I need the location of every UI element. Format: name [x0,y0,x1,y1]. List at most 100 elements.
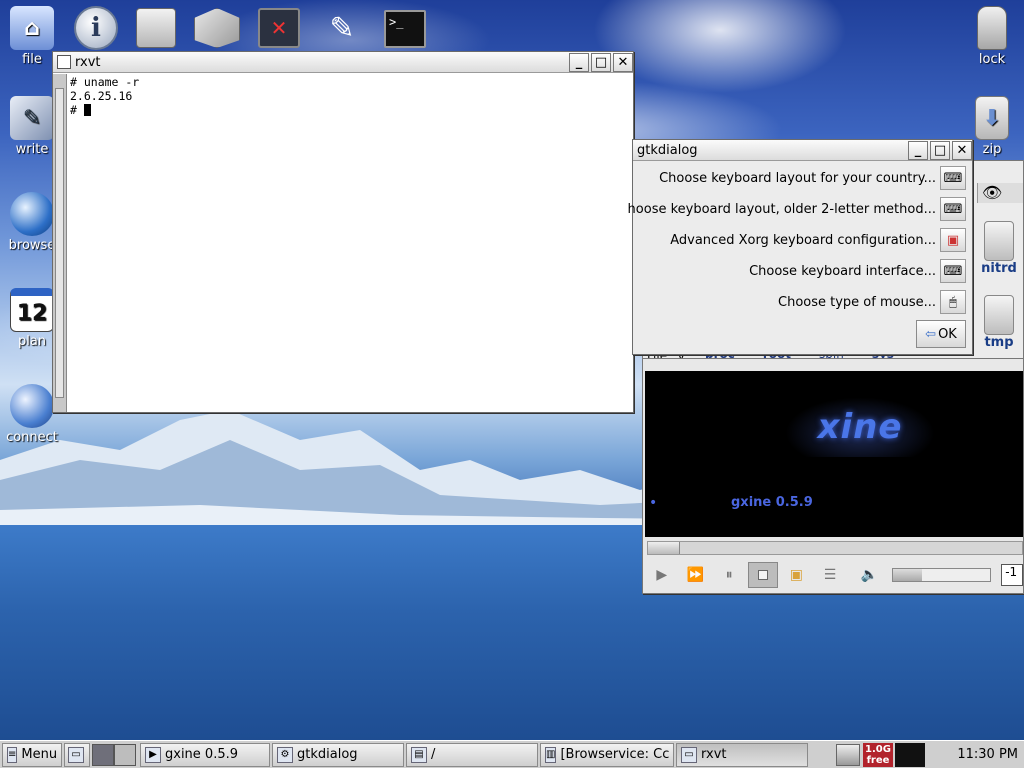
minimize-button[interactable]: _ [569,52,589,72]
tools-icon[interactable]: ✕ [258,8,300,48]
pause-button[interactable]: ⏸ [714,562,744,588]
task-label: / [431,747,436,762]
package-icon[interactable] [194,8,240,48]
keyboard-icon[interactable]: ⌨ [940,197,966,221]
task-label: gxine 0.5.9 [165,747,239,762]
rxvt-titlebar[interactable]: rxvt _ □ ✕ [53,52,633,73]
dialog-row-keyboard-2letter[interactable]: hoose keyboard layout, older 2-letter me… [628,196,966,222]
start-menu-button[interactable]: ≡ Menu [2,742,62,767]
globe-icon [10,192,54,236]
menu-icon: ≡ [7,746,18,763]
speaker-icon: 🔈 [860,567,879,583]
terminal-output[interactable]: # uname -r 2.6.25.16 # [70,74,633,412]
folder-icon [984,221,1014,261]
browservice-toolbar: 👁 [977,183,1023,203]
xine-logo-text: xine [817,407,903,447]
stop-button[interactable] [747,562,778,588]
play-button[interactable]: ▶ [647,562,677,588]
seek-knob[interactable] [648,542,680,554]
memory-indicator: 1.0G free [863,742,893,767]
speed-spinner[interactable]: -1 [1001,564,1023,586]
volume-button[interactable]: 🔈 [855,562,885,588]
gtkdialog-titlebar[interactable]: gtkdialog _ □ ✕ [633,140,972,161]
browservice-item-tmp[interactable]: tmp [981,295,1017,355]
lock-icon [977,6,1007,50]
xine-logo: xine [785,397,935,457]
scrollbar-thumb[interactable] [55,88,64,398]
gxine-video-area[interactable]: xine • gxine 0.5.9 [645,371,1023,537]
gxine-version-label: gxine 0.5.9 [731,495,813,510]
rxvt-window[interactable]: rxvt _ □ ✕ # uname -r 2.6.25.16 # [52,51,634,413]
open-file-button[interactable]: ▣ [782,562,812,588]
clock: 11:30 PM [957,747,1018,762]
memory-free-label: free [866,754,890,766]
seek-slider[interactable] [647,541,1023,555]
drive-icon[interactable] [136,8,176,48]
terminal-icon[interactable]: >_ [384,10,426,48]
task-gtkdialog[interactable]: ⚙ gtkdialog [272,742,404,767]
dialog-row-keyboard-interface[interactable]: Choose keyboard interface... ⌨ [749,258,966,284]
pager-desktop-2[interactable] [114,743,136,766]
volume-fill [893,569,923,581]
ok-button-label: OK [938,326,957,342]
desktop-pager [92,743,136,766]
browservice-icon: ▥ [545,746,557,763]
network-icon[interactable] [836,743,860,766]
folder-icon [984,295,1014,335]
gtkdialog-icon: ⚙ [277,746,293,763]
browservice-item-label: tmp [984,335,1014,350]
fast-forward-button[interactable]: ⏩ [681,562,711,588]
close-button[interactable]: ✕ [613,52,633,72]
home-folder-icon: ⌂ [10,6,54,50]
dialog-row-keyboard-country[interactable]: Choose keyboard layout for your country.… [659,165,966,191]
task-browservice[interactable]: ▥ [Browservice: Cc [540,742,674,767]
dialog-row-xorg-keyboard[interactable]: Advanced Xorg keyboard configuration... … [670,227,966,253]
task-rxvt[interactable]: ▭ rxvt [676,742,808,767]
fast-forward-icon: ⏩ [686,567,705,583]
keyboard-icon[interactable]: ⌨ [940,259,966,283]
volume-slider[interactable] [892,568,992,582]
mouse-icon[interactable]: 🖱 [940,290,966,314]
minimize-button[interactable]: _ [908,140,928,160]
desktop-icon: ▭ [68,746,84,763]
browservice-item-initrd[interactable]: nitrd [981,221,1017,281]
ok-arrow-icon: ⇦ [925,326,937,342]
desktop-icon-label: connect [6,430,58,445]
file-manager-icon: ▤ [411,746,427,763]
playback-controls: ▶ ⏩ ⏸ ▣ ☰ 🔈 -1 [647,561,1023,589]
show-desktop-button[interactable]: ▭ [64,742,90,767]
ok-button[interactable]: ⇦ OK [916,320,966,348]
dialog-row-label: Choose keyboard interface... [749,263,936,279]
terminal-icon: ▭ [681,746,697,763]
connect-icon [10,384,54,428]
task-label: rxvt [701,747,727,762]
keyboard-icon[interactable]: ⌨ [940,166,966,190]
desktop-icon-lock[interactable]: lock [960,6,1024,67]
task-file-manager[interactable]: ▤ / [406,742,538,767]
maximize-button[interactable]: □ [930,140,950,160]
taskbar: ≡ Menu ▭ ▶ gxine 0.5.9 ⚙ gtkdialog ▤ / ▥… [0,740,1024,768]
window-title: rxvt [75,54,101,70]
maximize-button[interactable]: □ [591,52,611,72]
dialog-row-mouse-type[interactable]: Choose type of mouse... 🖱 [778,289,966,315]
gxine-icon: ▶ [145,746,161,763]
open-file-icon: ▣ [789,567,803,583]
info-icon[interactable]: i [74,6,118,50]
scrollbar[interactable] [53,74,67,412]
playlist-button[interactable]: ☰ [815,562,845,588]
close-button[interactable]: ✕ [952,140,972,160]
calendar-icon: 12 [10,288,54,332]
stop-icon [757,570,768,580]
eye-icon[interactable]: 👁 [982,183,1002,202]
gtkdialog-window[interactable]: gtkdialog _ □ ✕ Choose keyboard layout f… [628,139,973,355]
memory-amount: 1.0G [865,743,891,755]
pager-desktop-1[interactable] [92,743,114,766]
dialog-row-label: Choose keyboard layout for your country.… [659,170,936,186]
task-gxine[interactable]: ▶ gxine 0.5.9 [140,742,270,767]
paint-icon[interactable]: ✎ [318,6,366,50]
pause-icon: ⏸ [725,567,733,583]
gxine-window[interactable]: xine • gxine 0.5.9 ▶ ⏩ ⏸ ▣ ☰ 🔈 -1 [642,358,1024,594]
xorg-icon[interactable]: ▣ [940,228,966,252]
window-menu-icon[interactable] [57,55,71,69]
playlist-icon: ☰ [823,567,837,583]
